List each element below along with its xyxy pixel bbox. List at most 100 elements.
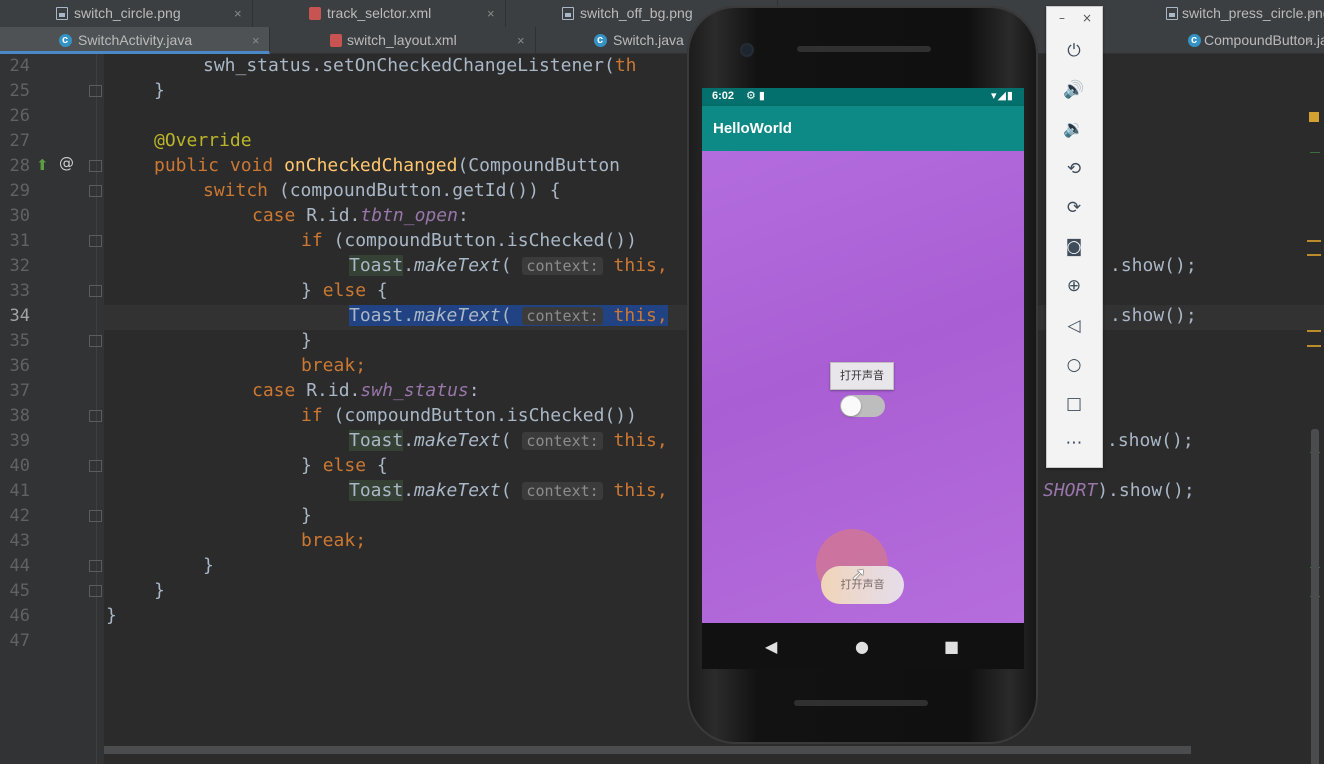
- mouse-cursor-icon: ➚: [851, 564, 867, 585]
- image-file-icon: [1166, 7, 1178, 20]
- horizontal-scrollbar[interactable]: [104, 746, 1191, 754]
- close-icon[interactable]: ×: [1308, 0, 1316, 27]
- annotation-icon[interactable]: @: [59, 154, 74, 172]
- code-line-37: case R.id.swh_status:: [252, 380, 480, 401]
- signal-battery-icon: ▾◢▮: [990, 90, 1014, 102]
- error-stripe[interactable]: [1307, 345, 1321, 347]
- code-line-33: } else {: [301, 280, 388, 301]
- fold-marker[interactable]: [89, 235, 102, 247]
- vertical-scrollbar[interactable]: [1311, 429, 1319, 764]
- code-line-29: switch (compoundButton.getId()) {: [203, 180, 561, 201]
- overview-icon[interactable]: □: [1063, 393, 1085, 415]
- warning-marker[interactable]: [1309, 112, 1319, 122]
- close-icon[interactable]: ×: [234, 0, 242, 27]
- editor-tabs-row-2: SwitchActivity.java × switch_layout.xml …: [0, 27, 1324, 54]
- image-file-icon: [562, 7, 574, 20]
- home-icon[interactable]: ○: [1063, 354, 1085, 376]
- fold-marker[interactable]: [89, 285, 102, 297]
- activity-content: 打开声音 打开声音 ➚: [702, 151, 1024, 623]
- back-nav-icon[interactable]: ◀: [765, 637, 777, 656]
- line-number: 46: [9, 606, 30, 626]
- line-number: 42: [9, 506, 30, 526]
- fold-marker[interactable]: [89, 85, 102, 97]
- fold-marker[interactable]: [89, 410, 102, 422]
- tab-label: switch_off_bg.png: [580, 5, 693, 21]
- override-method-icon[interactable]: ⬆: [36, 156, 49, 174]
- status-notification-icons: ⚙ ▮: [746, 90, 765, 102]
- screenshot-camera-icon[interactable]: ◙: [1063, 236, 1085, 258]
- code-line-42: }: [301, 505, 312, 526]
- close-icon[interactable]: ×: [517, 27, 525, 54]
- fold-marker[interactable]: [89, 160, 102, 172]
- close-icon[interactable]: ×: [252, 27, 260, 51]
- code-line-38: if (compoundButton.isChecked()): [301, 405, 637, 426]
- code-editor[interactable]: 24 25 26 27 28 29 30 31 32 33 34 35 36 3…: [0, 54, 1324, 764]
- navigation-bar: ◀ ● ■: [702, 623, 1024, 669]
- recents-nav-icon[interactable]: ■: [944, 637, 959, 656]
- xml-file-icon: [330, 34, 342, 47]
- back-icon[interactable]: ◁: [1063, 315, 1085, 337]
- editor-tabs-row-1: switch_circle.png × track_selctor.xml × …: [0, 0, 1324, 27]
- tab-track-selector-xml[interactable]: track_selctor.xml ×: [253, 0, 506, 27]
- code-line-25: }: [154, 80, 165, 101]
- line-number: 29: [9, 181, 30, 201]
- power-icon[interactable]: ⏻: [1063, 40, 1085, 62]
- more-options-icon[interactable]: ⋯: [1063, 432, 1085, 454]
- error-stripe[interactable]: [1307, 254, 1321, 256]
- volume-down-icon[interactable]: 🔉: [1063, 118, 1085, 140]
- rotate-left-icon[interactable]: ⟲: [1063, 158, 1085, 180]
- fold-marker[interactable]: [89, 585, 102, 597]
- emulator-toolbar-header: – ×: [1047, 7, 1102, 31]
- code-line-41: Toast.makeText( context: this,: [349, 480, 668, 501]
- xml-file-icon: [309, 7, 321, 20]
- fold-marker[interactable]: [89, 560, 102, 572]
- line-number-current: 34: [9, 306, 30, 326]
- line-number: 26: [9, 106, 30, 126]
- code-tail-32: .show();: [1110, 255, 1197, 276]
- fold-marker[interactable]: [89, 185, 102, 197]
- home-nav-icon[interactable]: ●: [855, 637, 869, 656]
- line-number: 25: [9, 81, 30, 101]
- fold-marker[interactable]: [89, 510, 102, 522]
- code-line-40: } else {: [301, 455, 388, 476]
- device-screen[interactable]: 6:02 ⚙ ▮ ▾◢▮ HelloWorld 打开声音 打开声音 ➚: [702, 88, 1024, 623]
- volume-up-icon[interactable]: 🔊: [1063, 79, 1085, 101]
- line-number: 40: [9, 456, 30, 476]
- code-line-36: break;: [301, 355, 367, 376]
- fold-marker[interactable]: [89, 460, 102, 472]
- line-number: 37: [9, 381, 30, 401]
- line-number: 44: [9, 556, 30, 576]
- zoom-icon[interactable]: ⊕: [1063, 275, 1085, 297]
- tab-switch-circle-png[interactable]: switch_circle.png ×: [0, 0, 253, 27]
- fold-marker[interactable]: [89, 335, 102, 347]
- code-line-32: Toast.makeText( context: this,: [349, 255, 668, 276]
- tab-label: switch_press_circle.png: [1182, 5, 1324, 21]
- line-number: 33: [9, 281, 30, 301]
- error-stripe[interactable]: [1307, 330, 1321, 332]
- code-line-39: Toast.makeText( context: this,: [349, 430, 668, 451]
- error-stripe[interactable]: [1307, 240, 1321, 242]
- close-icon[interactable]: ×: [487, 0, 495, 27]
- tab-label: Switch.java: [613, 32, 684, 48]
- close-icon[interactable]: ×: [1306, 27, 1314, 54]
- minimize-icon[interactable]: –: [1059, 11, 1065, 25]
- line-number: 43: [9, 531, 30, 551]
- code-line-43: break;: [301, 530, 367, 551]
- line-number: 32: [9, 256, 30, 276]
- toggle-sound-button[interactable]: 打开声音: [830, 362, 894, 390]
- rotate-right-icon[interactable]: ⟳: [1063, 197, 1085, 219]
- close-icon[interactable]: ×: [1082, 11, 1092, 25]
- code-line-46: }: [106, 605, 117, 626]
- line-number: 47: [9, 631, 30, 651]
- line-number: 35: [9, 331, 30, 351]
- code-line-28: public void onCheckedChanged(CompoundBut…: [154, 155, 621, 176]
- tab-label: track_selctor.xml: [327, 5, 432, 21]
- tab-switch-activity-java[interactable]: SwitchActivity.java ×: [0, 27, 270, 54]
- line-number: 36: [9, 356, 30, 376]
- code-line-45: }: [154, 580, 165, 601]
- image-file-icon: [56, 7, 68, 20]
- app-bar: HelloWorld: [702, 106, 1024, 151]
- sound-switch[interactable]: [840, 395, 885, 417]
- tab-switch-layout-xml[interactable]: switch_layout.xml ×: [270, 27, 536, 54]
- code-line-34: Toast.makeText( context: this,: [349, 305, 668, 326]
